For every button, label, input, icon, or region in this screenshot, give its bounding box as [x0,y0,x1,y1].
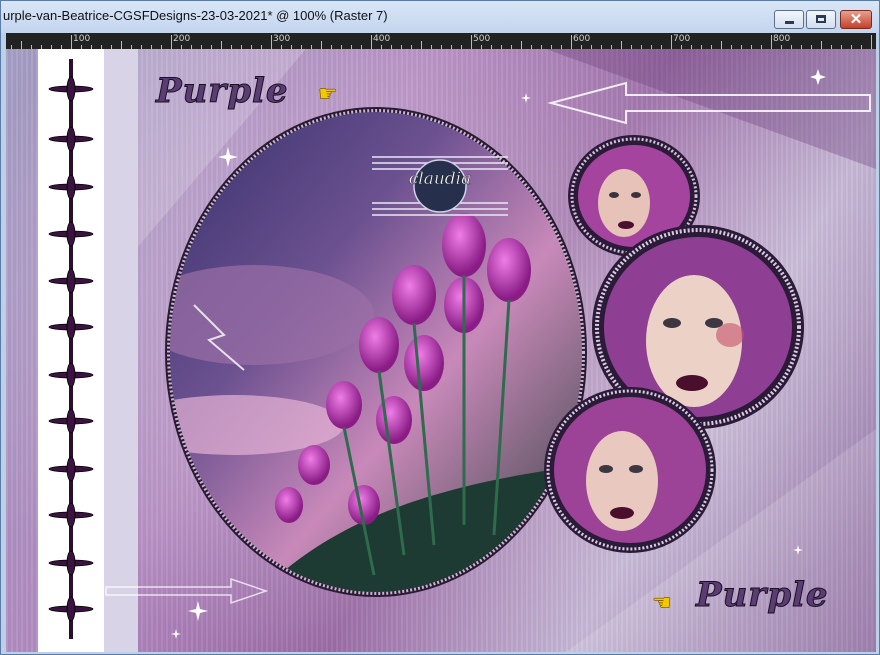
minimize-icon [785,21,794,24]
ruler-tick [371,35,372,49]
close-icon: ✕ [849,11,863,28]
ruler-label: 500 [473,34,491,44]
ruler-tick [571,35,572,49]
ruler-tick [821,41,822,49]
wordmark-top: Purple [156,71,289,112]
ruler-label: 600 [573,34,591,44]
left-arrow-icon [547,81,871,125]
ruler-tick [421,41,422,49]
ruler-tick [171,35,172,49]
ruler-label: 100 [73,34,91,44]
wordmark-bottom: Purple [696,575,829,616]
pointing-hand-icon: ☛ [652,590,672,616]
image-canvas[interactable]: claudia Purple Purple ☛ ☛ [6,49,876,652]
close-button[interactable]: ✕ [840,10,872,29]
watermark-badge: claudia [372,153,508,219]
ruler-tick [871,35,872,49]
minimize-button[interactable] [774,10,804,29]
watermark-text: claudia [408,169,472,189]
decorative-bead-chain [48,59,94,639]
ruler-label: 400 [373,34,391,44]
ruler-tick [121,41,122,49]
portrait-circle-bottom [544,387,716,553]
ruler-tick [621,41,622,49]
ruler-tick [671,35,672,49]
ruler-tick [321,41,322,49]
ruler-tick [521,41,522,49]
pointing-hand-icon: ☛ [318,81,338,107]
ruler-tick [471,35,472,49]
horizontal-ruler[interactable]: 100 200 300 400 500 600 700 800 [6,33,876,49]
pale-strip [104,49,138,652]
ruler-tick [271,35,272,49]
maximize-button[interactable] [806,10,836,29]
window-title: urple-van-Beatrice-CGSFDesigns-23-03-202… [3,8,388,23]
ruler-tick [721,41,722,49]
ruler-label: 300 [273,34,291,44]
image-window: urple-van-Beatrice-CGSFDesigns-23-03-202… [0,0,880,655]
ruler-label: 800 [773,34,791,44]
maximize-icon [816,15,826,23]
ruler-tick [71,35,72,49]
ruler-tick [771,35,772,49]
ruler-tick [21,41,22,49]
ruler-label: 200 [173,34,191,44]
title-bar[interactable]: urple-van-Beatrice-CGSFDesigns-23-03-202… [1,1,879,33]
ruler-label: 700 [673,34,691,44]
ruler-tick [221,41,222,49]
